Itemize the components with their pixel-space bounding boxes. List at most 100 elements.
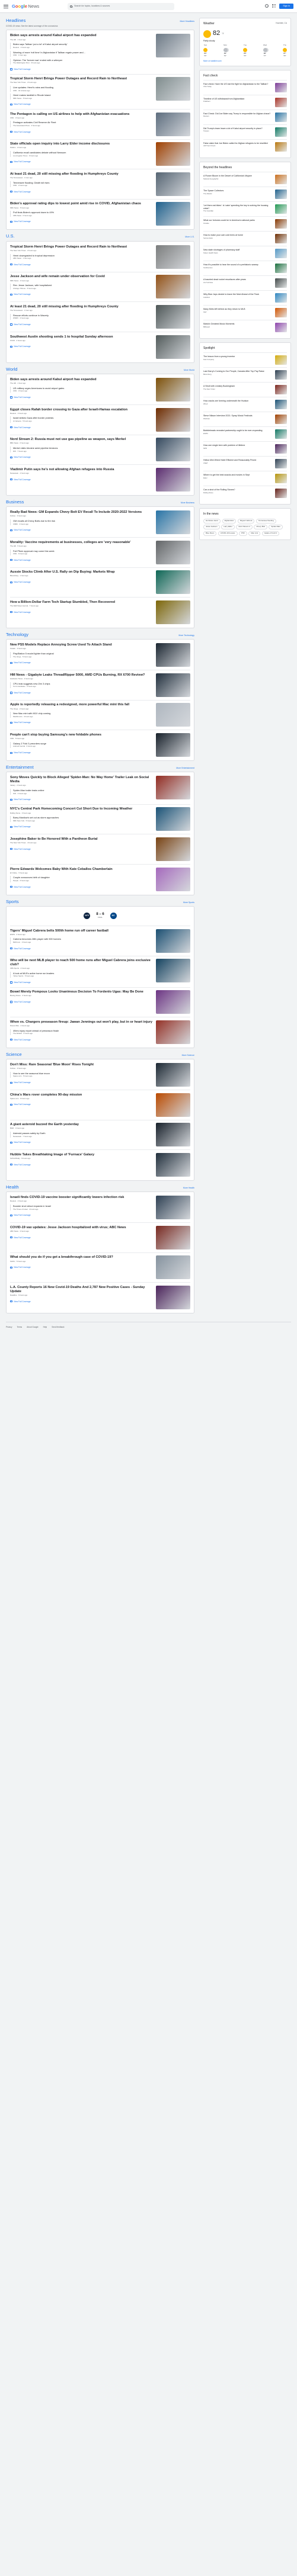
section-subtitle[interactable]: COVID-19 news: See the latest coverage o…	[6, 25, 194, 27]
story-headline[interactable]: Josephine Baker to Be Honored With a Pan…	[10, 837, 153, 841]
story-headline[interactable]: China's Mars rover completes 90-day miss…	[10, 1093, 153, 1097]
story-headline[interactable]: NYC's Central Park Homecoming Concert Cu…	[10, 807, 153, 811]
related-story[interactable]: Spider-Man trailer leaks online IGN · 4 …	[10, 788, 153, 795]
related-story[interactable]: 49ers injury report ahead of preseason f…	[10, 1029, 153, 1035]
related-story[interactable]: A look at MLB's active home run leaders …	[10, 971, 153, 978]
related-story[interactable]: Tennessee flooding: Death toll rises CNN…	[10, 181, 153, 187]
related-story[interactable]: California recall candidates debate with…	[10, 151, 153, 158]
story-headline[interactable]: HM News - Gigabyte Leaks ThreadRipper 50…	[10, 673, 153, 677]
topic-chip[interactable]: Spider-Man	[269, 525, 283, 530]
sidebar-item-headline[interactable]: Many Mets left behind as they return to …	[203, 308, 273, 311]
full-coverage-link[interactable]: View Full Coverage	[10, 981, 31, 984]
topic-chip[interactable]: Chevy Bolt	[254, 525, 267, 530]
spotlight-item[interactable]: How one single teen with problem of life…	[203, 441, 287, 456]
weather-unit[interactable]: °F	[222, 33, 223, 35]
related-story[interactable]: Asteroid passes safely by Earth Newsweek…	[10, 1132, 153, 1138]
sidebar-item-thumbnail[interactable]	[275, 204, 287, 214]
sidebar-item-thumbnail[interactable]	[275, 82, 287, 92]
story-headline[interactable]: Biden's approval rating dips to lowest p…	[10, 202, 153, 206]
related-story[interactable]: Pentagon activates Civil Reserve Air Fle…	[10, 121, 153, 127]
sidebar-item-thumbnail[interactable]	[275, 370, 287, 380]
sidebar-item-thumbnail[interactable]	[275, 355, 287, 365]
story-thumbnail[interactable]	[156, 467, 190, 492]
story-thumbnail[interactable]	[156, 245, 190, 269]
story-thumbnail[interactable]	[156, 77, 190, 101]
beyond-item[interactable]: How it's possible to hear the sound of a…	[203, 261, 287, 275]
story-thumbnail[interactable]	[156, 570, 190, 595]
sidebar-item-thumbnail[interactable]	[275, 249, 287, 258]
sidebar-item-thumbnail[interactable]	[275, 429, 287, 439]
full-coverage-link[interactable]: View Full Coverage	[10, 220, 31, 223]
sidebar-item-headline[interactable]: How cracks are forming underneath the Hu…	[203, 400, 273, 403]
related-headline[interactable]: Asteroid passes safely by Earth	[13, 1132, 153, 1135]
section-title-technology[interactable]: Technology	[6, 632, 28, 637]
topic-chip[interactable]: COVID-19 booster	[218, 531, 238, 536]
full-coverage-link[interactable]: View Full Coverage	[10, 1141, 31, 1144]
story-headline[interactable]: Nord Stream 2: Russia must not use gas p…	[10, 438, 153, 442]
story-thumbnail[interactable]	[156, 202, 190, 226]
sidebar-item-headline[interactable]: The Space Collectors	[203, 189, 273, 192]
related-headline[interactable]: Booster shot rollout expands in Israel	[13, 1205, 153, 1207]
related-story[interactable]: Opinion: The 'forever war' ended with a …	[10, 58, 153, 65]
related-headline[interactable]: GM recalls all Chevy Bolts due to fire r…	[13, 519, 153, 522]
related-headline[interactable]: PlayStation 5 model lighter than origina…	[13, 652, 153, 655]
story-headline[interactable]: At least 21 dead, 20 still missing after…	[10, 305, 153, 309]
sidebar-item-headline[interactable]: Why Blue Jays decide to leave the Nest A…	[203, 293, 273, 296]
story-thumbnail[interactable]	[156, 733, 190, 757]
story-headline[interactable]: Aussie Stocks Climb After U.S. Rally on …	[10, 570, 153, 574]
sidebar-item-headline[interactable]: Bobbleheads revealed partnership ought t…	[203, 429, 273, 432]
spotlight-item[interactable]: Last Harry's Coming to Our People, Canad…	[203, 367, 287, 382]
related-headline[interactable]: Rescue efforts continue in Waverly	[13, 314, 153, 317]
sign-in-button[interactable]: Sign in	[279, 3, 293, 9]
related-story[interactable]: Cabrera becomes 28th player with 500 hom…	[10, 937, 153, 944]
story-thumbnail[interactable]	[156, 703, 190, 727]
story-thumbnail[interactable]	[156, 1286, 190, 1309]
story-headline[interactable]: Sony Moves Quickly to Block Alleged 'Spi…	[10, 776, 153, 783]
full-coverage-link[interactable]: View Full Coverage	[10, 1039, 31, 1041]
sidebar-item-headline[interactable]: Fact Check: Did Joe Biden say Trump is r…	[203, 113, 273, 115]
menu-icon[interactable]	[4, 4, 8, 8]
full-coverage-link[interactable]: View Full Coverage	[10, 478, 31, 481]
help-icon[interactable]: ?	[265, 4, 269, 8]
related-story[interactable]: Live updates: Henri's rains and flooding…	[10, 85, 153, 92]
topic-chip[interactable]: Nord Stream 2	[236, 525, 253, 530]
story-headline[interactable]: Apple is reportedly releasing a redesign…	[10, 703, 153, 707]
full-coverage-link[interactable]: View Full Coverage	[10, 131, 31, 133]
related-headline[interactable]: Live updates: Henri's rains and flooding	[13, 86, 153, 89]
related-story[interactable]: How to see the seasonal blue moon Space.…	[10, 1071, 153, 1078]
sidebar-item-thumbnail[interactable]	[275, 97, 287, 107]
scoreboard[interactable]: NYY 8 – 6 FINAL KC	[10, 910, 190, 923]
story-headline[interactable]: Jesse Jackson and wife remain under obse…	[10, 275, 153, 279]
sidebar-item-headline[interactable]: 'Let them eat bikes': Is 'cake' spending…	[203, 204, 273, 210]
story-headline[interactable]: A giant asteroid buzzed the Earth yester…	[10, 1123, 153, 1127]
section-more-link[interactable]: More Sports	[183, 901, 194, 904]
sidebar-item-thumbnail[interactable]	[275, 264, 287, 273]
story-thumbnail[interactable]	[156, 407, 190, 432]
sidebar-item-headline[interactable]: Timeline of US withdrawal from Afghanist…	[203, 98, 273, 101]
related-headline[interactable]: California recall candidates debate with…	[13, 151, 153, 154]
related-headline[interactable]: Couple announces birth of daughter	[13, 876, 153, 879]
related-story[interactable]: Henri makes landfall in Rhode Island NBC…	[10, 94, 153, 100]
sidebar-item-thumbnail[interactable]	[275, 323, 287, 332]
search-icon[interactable]	[70, 5, 73, 8]
related-story[interactable]: Israel strikes Gaza after border protest…	[10, 416, 153, 423]
full-coverage-link[interactable]: View Full Coverage	[10, 264, 31, 266]
story-thumbnail[interactable]	[156, 275, 190, 299]
full-coverage-link[interactable]: View Full Coverage	[10, 293, 31, 295]
spotlight-item[interactable]: Steve Nikson Interview 2021: Spray Music…	[203, 412, 287, 426]
related-story[interactable]: GM recalls all Chevy Bolts due to fire r…	[10, 519, 153, 526]
full-coverage-link[interactable]: View Full Coverage	[10, 1214, 31, 1216]
full-coverage-link[interactable]: View Full Coverage	[10, 826, 31, 828]
full-coverage-link[interactable]: View Full Coverage	[10, 886, 31, 888]
related-story[interactable]: Poll finds Biden's approval down to 49% …	[10, 211, 153, 217]
story-headline[interactable]: People can't stop buying Samsung's new f…	[10, 733, 153, 737]
full-coverage-link[interactable]: View Full Coverage	[10, 581, 31, 583]
related-headline[interactable]: Henri makes landfall in Rhode Island	[13, 94, 153, 97]
related-story[interactable]: Warning of more 'evil time' in Afghanist…	[10, 50, 153, 57]
sidebar-item-headline[interactable]: Last Harry's Coming to Our People, Canad…	[203, 370, 273, 373]
beyond-item[interactable]: What our fortunes could be in America's …	[203, 216, 287, 231]
related-story[interactable]: CPU leak suggests new Zen 3 chips Tom's …	[10, 682, 153, 688]
sidebar-item-thumbnail[interactable]	[275, 112, 287, 122]
section-more-link[interactable]: More U.S.	[185, 236, 194, 238]
section-title-health[interactable]: Health	[6, 1184, 19, 1190]
